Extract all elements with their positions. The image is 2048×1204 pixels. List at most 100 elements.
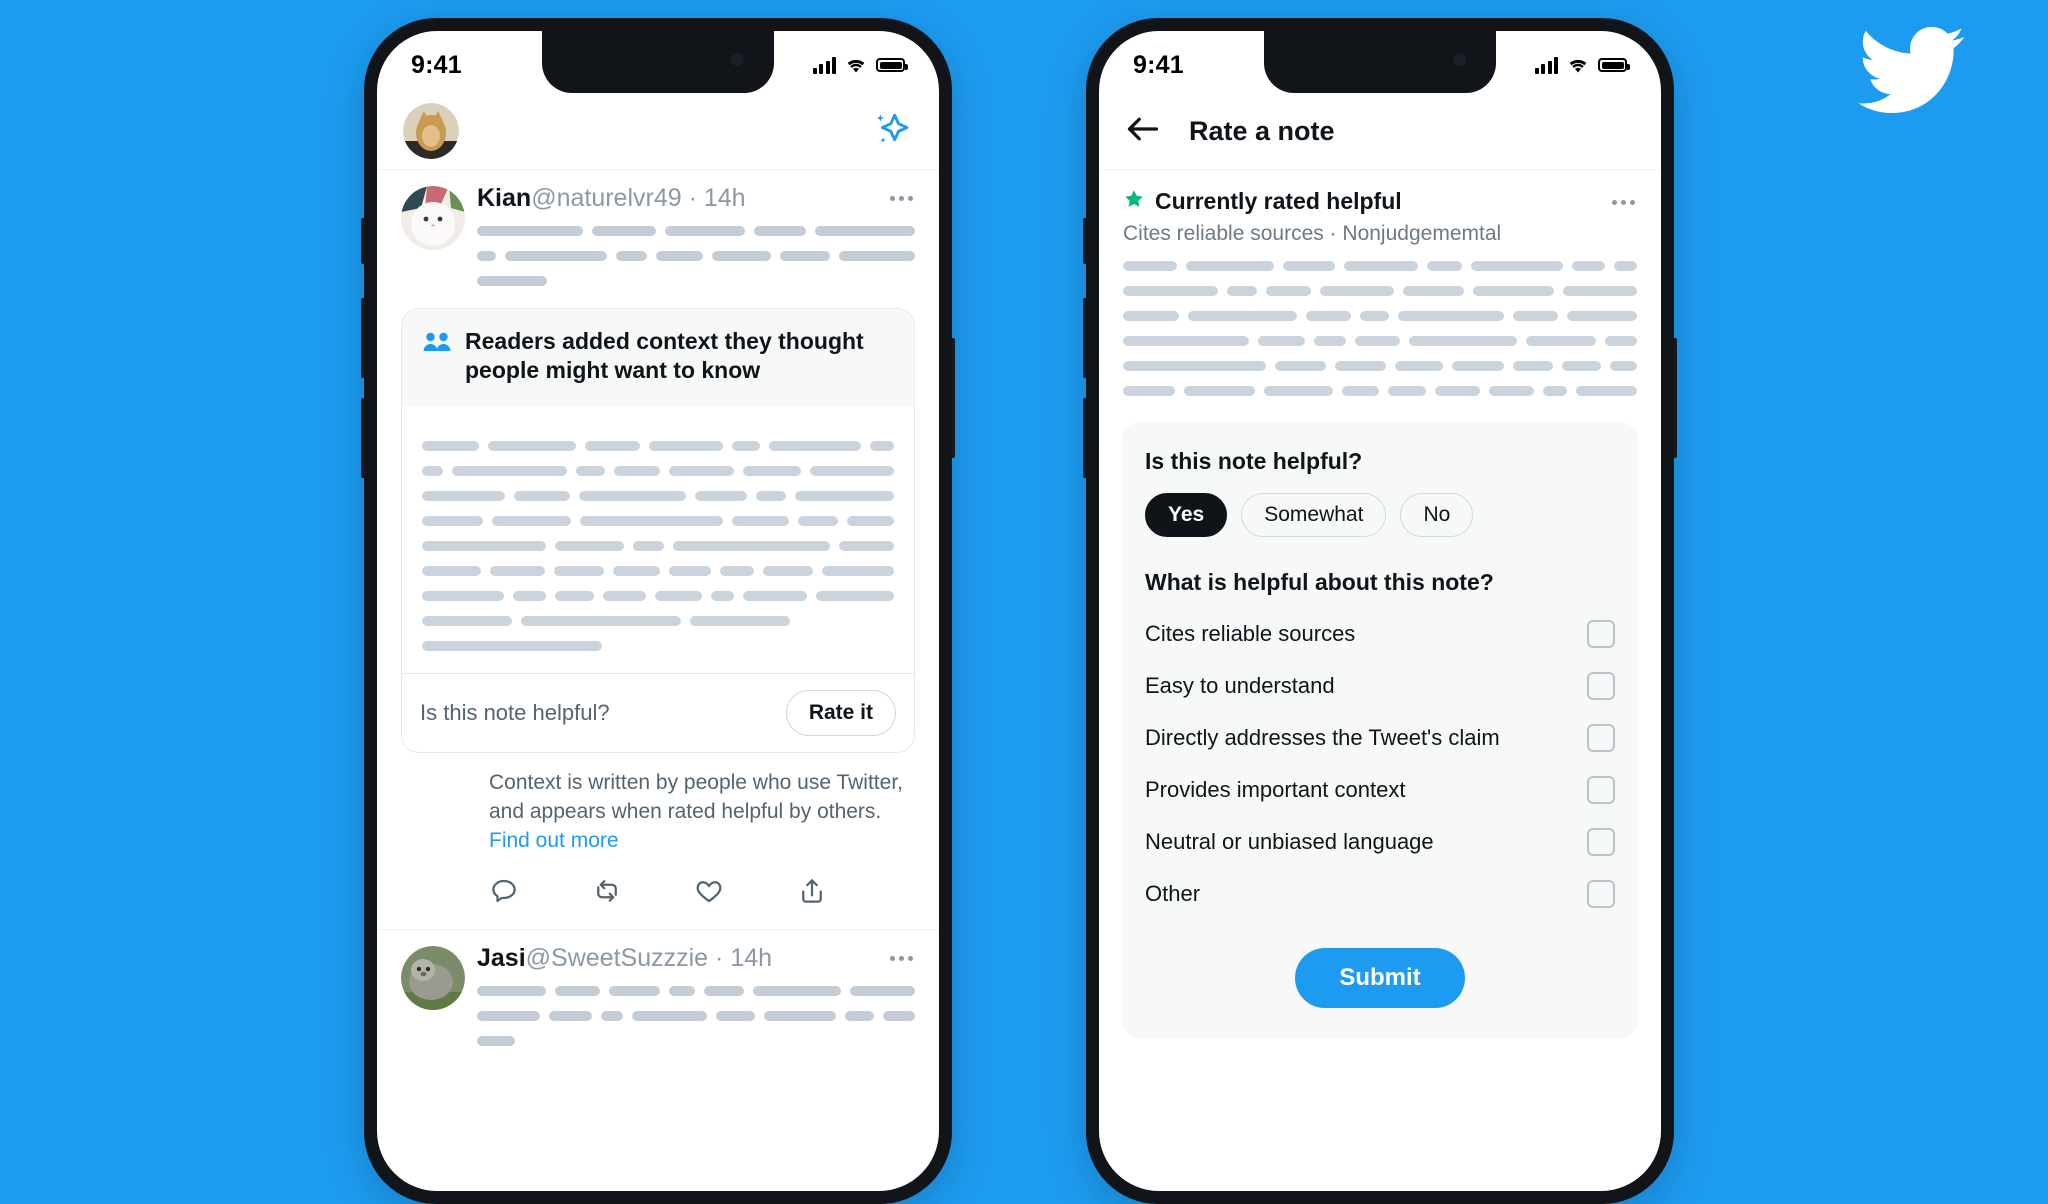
caption-line-1: Context is written by people who use Twi… <box>489 770 903 794</box>
skeleton-word <box>452 465 568 476</box>
tweet-handle: @naturelvr49 <box>531 184 682 212</box>
skeleton-word <box>882 1010 915 1021</box>
avatar[interactable] <box>401 186 465 250</box>
caption-line-2: and appears when rated helpful by others… <box>489 799 882 823</box>
tweet-jasi[interactable]: Jasi@SweetSuzzzie · 14h <box>377 930 939 1046</box>
skeleton-word <box>488 440 577 451</box>
skeleton-word <box>1513 311 1558 321</box>
community-note-caption: Context is written by people who use Twi… <box>377 753 939 856</box>
skeleton-word <box>1434 386 1480 396</box>
like-icon[interactable] <box>694 876 724 911</box>
phone-button-volume-up <box>1083 298 1087 378</box>
skeleton-word <box>1335 361 1387 371</box>
skeleton-word <box>1561 361 1602 371</box>
skeleton-word <box>578 490 687 501</box>
skeleton-line <box>477 276 915 286</box>
helpful-option-checkbox[interactable] <box>1587 880 1615 908</box>
note-helpful-question: Is this note helpful? <box>420 699 610 725</box>
helpful-option-label: Cites reliable sources <box>1145 621 1356 646</box>
helpful-option-checkbox[interactable] <box>1587 672 1615 700</box>
skeleton-word <box>798 515 838 526</box>
helpful-option-checkbox[interactable] <box>1587 724 1615 752</box>
rating-form: Is this note helpful? Yes Somewhat No What… <box>1121 422 1639 1038</box>
skeleton-word <box>1576 386 1637 396</box>
helpful-choice-yes[interactable]: Yes <box>1145 493 1228 537</box>
skeleton-word <box>613 565 660 576</box>
helpful-option-row[interactable]: Cites reliable sources <box>1145 620 1615 648</box>
skeleton-word <box>1257 336 1305 346</box>
skeleton-word <box>615 251 647 261</box>
skeleton-word <box>477 1010 541 1021</box>
tweet-skeleton-text <box>477 226 915 286</box>
rated-status-subtitle: Cites reliable sources · Nonjudgememtal <box>1123 222 1502 245</box>
tweet-kian[interactable]: Kian@naturelvr49 · 14h <box>377 170 939 286</box>
community-note-card[interactable]: Readers added context they thought peopl… <box>401 308 915 753</box>
skeleton-word <box>673 540 830 551</box>
rate-it-button[interactable]: Rate it <box>785 689 896 736</box>
skeleton-word <box>1123 261 1178 271</box>
skeleton-word <box>1344 261 1419 271</box>
skeleton-word <box>809 465 895 476</box>
helpful-option-row[interactable]: Neutral or unbiased language <box>1145 828 1615 856</box>
tweet2-header: Jasi@SweetSuzzzie · 14h <box>477 943 915 972</box>
skeleton-line <box>422 490 894 501</box>
skeleton-word <box>654 590 703 601</box>
page-title: Rate a note <box>1189 115 1335 146</box>
tweet-author-line: Kian@naturelvr49 · 14h <box>477 186 746 211</box>
skeleton-word <box>1320 286 1394 296</box>
back-arrow-icon[interactable] <box>1125 114 1161 149</box>
skeleton-word <box>1186 261 1274 271</box>
helpful-choice-somewhat[interactable]: Somewhat <box>1241 493 1387 537</box>
profile-avatar[interactable] <box>403 103 459 159</box>
skeleton-word <box>669 985 696 996</box>
skeleton-word <box>849 985 915 996</box>
find-out-more-link[interactable]: Find out more <box>489 827 619 856</box>
skeleton-word <box>1566 311 1637 321</box>
skeleton-line <box>477 226 915 236</box>
community-note-body <box>402 406 914 673</box>
helpful-option-row[interactable]: Provides important context <box>1145 776 1615 804</box>
rate-note-header: Rate a note <box>1099 93 1661 169</box>
skeleton-word <box>704 985 745 996</box>
helpful-option-row[interactable]: Easy to understand <box>1145 672 1615 700</box>
tweet-more-options-icon[interactable] <box>888 190 915 207</box>
skeleton-word <box>1402 286 1465 296</box>
skeleton-line <box>422 590 894 601</box>
avatar[interactable] <box>401 945 465 1010</box>
reply-icon[interactable] <box>489 876 519 911</box>
tweet2-handle: @SweetSuzzzie <box>525 943 709 972</box>
skeleton-word <box>816 590 894 601</box>
skeleton-word <box>690 615 790 626</box>
phone-button-power <box>951 338 955 458</box>
helpful-option-label: Easy to understand <box>1145 673 1335 698</box>
tweet2-more-options-icon[interactable] <box>888 950 915 967</box>
skeleton-line <box>1123 261 1637 271</box>
skeleton-word <box>1408 336 1517 346</box>
skeleton-word <box>521 615 681 626</box>
skeleton-word <box>1123 286 1218 296</box>
retweet-icon[interactable] <box>592 876 622 911</box>
sparkles-icon[interactable] <box>869 107 913 156</box>
skeleton-word <box>477 276 547 286</box>
skeleton-word <box>1387 386 1426 396</box>
skeleton-word <box>477 226 584 236</box>
note-more-options-icon[interactable] <box>1610 194 1637 211</box>
share-icon[interactable] <box>797 876 827 911</box>
skeleton-word <box>1282 261 1336 271</box>
tweet2-avatar-col <box>401 945 465 1046</box>
cellular-signal-icon <box>1534 56 1558 74</box>
skeleton-word <box>477 985 547 996</box>
skeleton-word <box>839 251 915 261</box>
helpful-option-checkbox[interactable] <box>1587 620 1615 648</box>
skeleton-word <box>477 1035 515 1046</box>
skeleton-line <box>422 465 895 476</box>
submit-button[interactable]: Submit <box>1295 948 1465 1008</box>
skeleton-line <box>422 565 894 576</box>
helpful-choice-no[interactable]: No <box>1400 493 1474 537</box>
helpful-option-checkbox[interactable] <box>1587 776 1615 804</box>
helpful-option-checkbox[interactable] <box>1587 828 1615 856</box>
skeleton-word <box>549 1010 593 1021</box>
helpful-option-row[interactable]: Other <box>1145 880 1615 908</box>
tweet-separator: · <box>688 184 697 212</box>
helpful-option-row[interactable]: Directly addresses the Tweet's claim <box>1145 724 1615 752</box>
